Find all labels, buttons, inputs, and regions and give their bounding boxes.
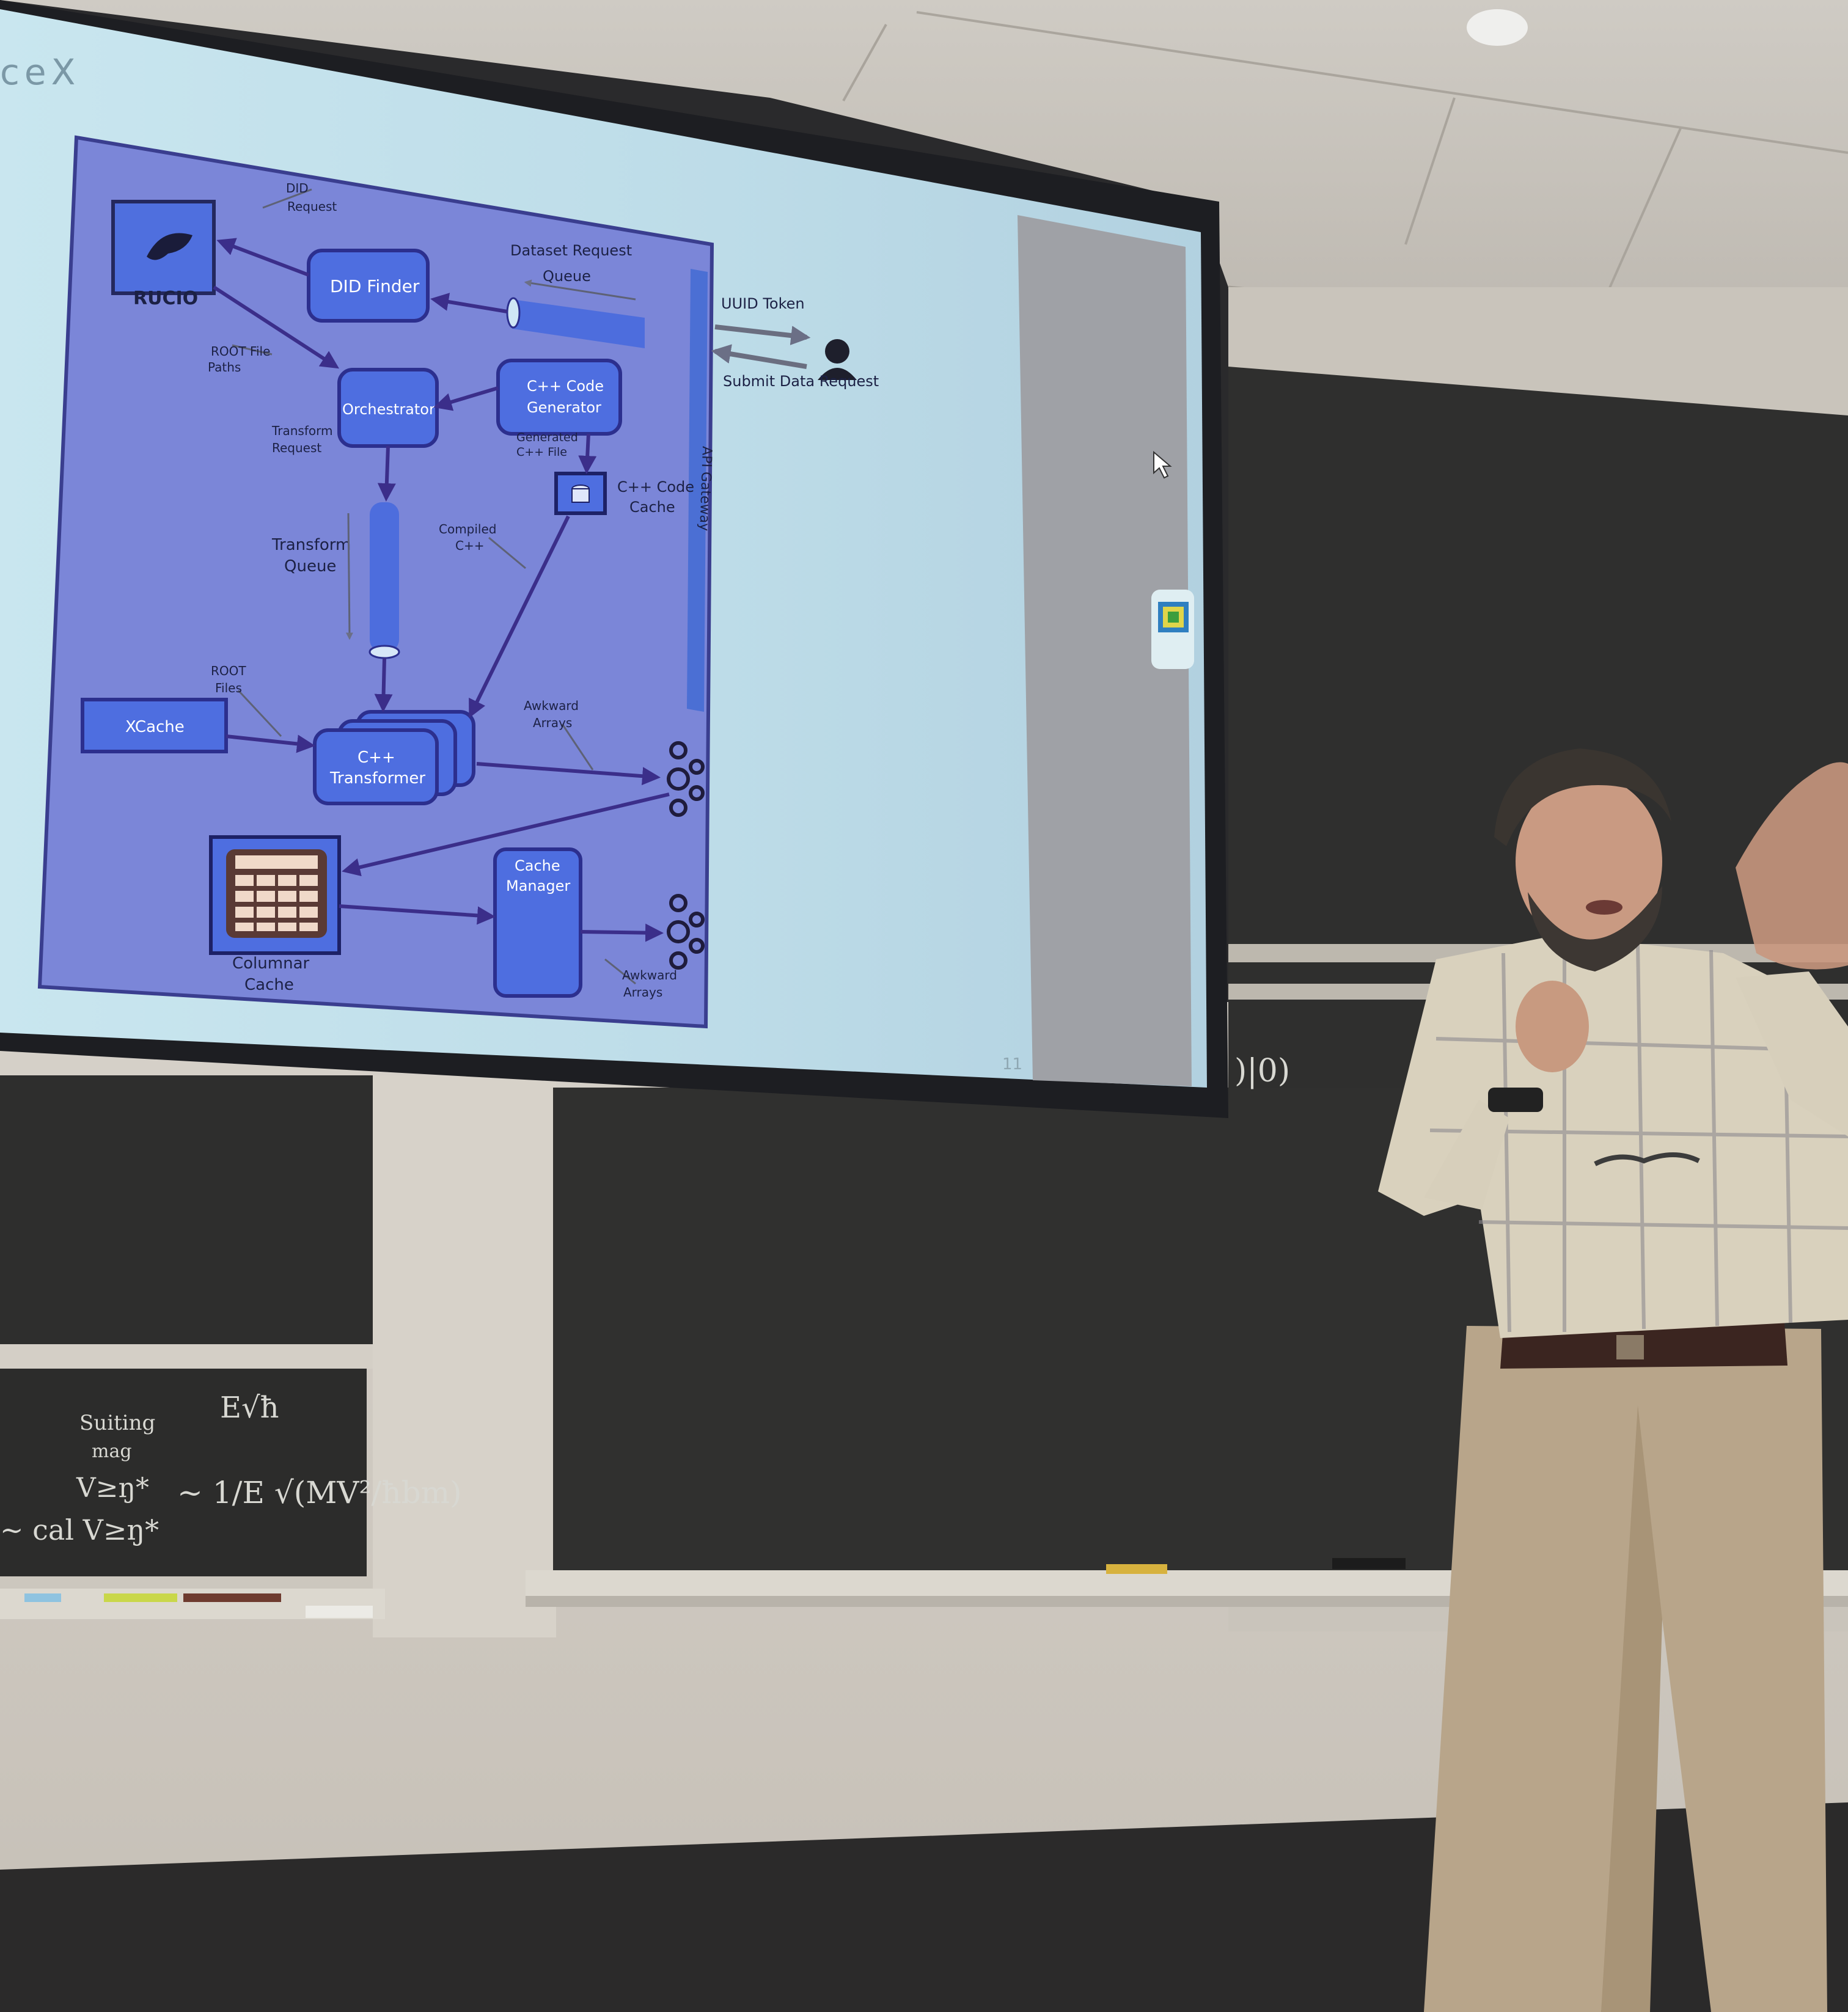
uuid-token-label: UUID Token xyxy=(721,295,805,312)
root-files-label-1: ROOT xyxy=(211,664,246,678)
transform-queue xyxy=(370,502,399,652)
chalk-note-5: ~ cal V≥ŋ* xyxy=(0,1513,159,1546)
board-divider xyxy=(373,1075,556,1637)
dataset-queue-label-1: Dataset Request xyxy=(510,242,632,259)
transformer-node xyxy=(313,728,439,805)
transformer-label-1: C++ xyxy=(358,748,395,767)
awkward-arrays-2-label-1: Awkward xyxy=(622,968,677,982)
generated-file-label-2: C++ File xyxy=(516,445,567,459)
chalk-note-2: Suiting xyxy=(79,1411,155,1435)
awkward-arrays-2-label-2: Arrays xyxy=(623,985,662,1000)
dataset-queue-label-2: Queue xyxy=(543,268,591,285)
generated-file-label-1: Generated xyxy=(516,431,578,444)
code-generator-label-1: C++ Code xyxy=(527,378,604,395)
code-generator-label-2: Generator xyxy=(527,399,601,416)
submit-request-label: Submit Data Request xyxy=(723,373,879,390)
slide-title: ceX xyxy=(0,51,80,93)
code-generator-node xyxy=(496,359,622,436)
chalk-note-4: ~ 1/E √(MV²/ħbm) xyxy=(177,1475,462,1510)
chalk-note-7: )|0) xyxy=(1234,1053,1290,1089)
rucio-label: RUCIO xyxy=(133,288,198,309)
root-files-label-2: Files xyxy=(215,681,242,695)
compiled-label-1: Compiled xyxy=(439,522,497,536)
cache-manager-label-2: Manager xyxy=(506,877,570,894)
transform-request-label-1: Transform xyxy=(271,423,332,438)
chalk-note-1: E√ħ xyxy=(220,1391,279,1425)
chalk-note-6: V≥ŋ* xyxy=(76,1472,149,1504)
cache-manager-label-1: Cache xyxy=(515,857,560,874)
root-file-paths-label-1: ROOT File xyxy=(211,344,270,359)
awkward-arrays-1-label-2: Arrays xyxy=(533,715,572,730)
app-icon[interactable] xyxy=(1158,602,1189,632)
code-cache-label-1: C++ Code xyxy=(617,478,694,496)
awkward-arrays-1-label-1: Awkward xyxy=(524,698,579,713)
transform-queue-label-2: Queue xyxy=(284,557,336,576)
transformer-label-2: Transformer xyxy=(329,769,425,788)
root-file-paths-label-2: Paths xyxy=(208,360,241,375)
columnar-cache-label-2: Cache xyxy=(244,976,294,994)
api-gateway-label: API Gateway xyxy=(696,446,714,532)
transform-queue-label-1: Transform xyxy=(271,536,351,554)
columnar-cache-label-1: Columnar xyxy=(232,954,310,973)
transform-request-label-2: Request xyxy=(272,441,321,455)
did-request-label-2: Request xyxy=(287,199,337,214)
compiled-label-2: C++ xyxy=(455,538,484,553)
rucio-node: RUCIO xyxy=(111,200,216,309)
blackboard-left-upper xyxy=(0,1075,373,1356)
orchestrator-label: Orchestrator xyxy=(342,401,435,418)
did-request-label-1: DID xyxy=(286,181,309,196)
slide-page-number: 11 xyxy=(1002,1055,1022,1074)
lecture-scene: E√ħ Suiting mag ~ 1/E √(MV²/ħbm) ~ cal V… xyxy=(0,0,1848,2012)
did-finder-label: DID Finder xyxy=(330,276,420,296)
code-cache-label-2: Cache xyxy=(629,499,675,516)
chalk-note-3: mag xyxy=(92,1441,132,1462)
xcache-label: XCache xyxy=(125,718,185,736)
